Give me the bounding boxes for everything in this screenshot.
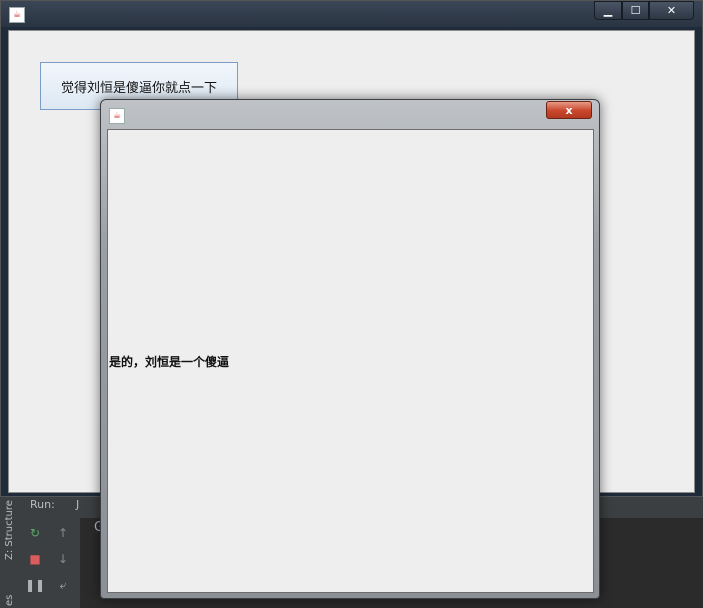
dialog-close-button[interactable]: x	[546, 101, 592, 119]
maximize-icon[interactable]: ☐	[622, 1, 649, 20]
dialog-titlebar[interactable]: ☕ x	[101, 100, 599, 128]
favorites-tab[interactable]: es	[4, 595, 15, 606]
minimize-icon[interactable]: ▁	[594, 1, 622, 20]
rerun-icon[interactable]: ↻	[26, 524, 44, 542]
structure-tab[interactable]: Z: Structure	[4, 500, 15, 560]
dialog-message: 是的，刘恒是一个傻逼	[109, 355, 230, 369]
window-controls: ▁ ☐ ✕	[594, 1, 694, 20]
soft-wrap-icon[interactable]: ⤶	[54, 576, 72, 594]
close-icon[interactable]: ✕	[649, 1, 694, 20]
main-titlebar[interactable]: ☕ ▁ ☐ ✕	[1, 1, 702, 27]
up-arrow-icon[interactable]: ↑	[54, 524, 72, 542]
java-icon: ☕	[9, 7, 25, 23]
java-icon: ☕	[109, 108, 125, 124]
run-config-tab[interactable]: J	[76, 498, 79, 511]
down-arrow-icon[interactable]: ↓	[54, 550, 72, 568]
ide-run-tools: ↻ ↑ ■ ↓ ❚❚ ⤶	[24, 518, 80, 608]
pause-icon[interactable]: ❚❚	[25, 576, 45, 594]
message-dialog: ☕ x 是的，刘恒是一个傻逼	[100, 99, 600, 599]
run-label: Run:	[30, 498, 55, 511]
dialog-content-pane: 是的，刘恒是一个傻逼	[107, 129, 594, 593]
stop-icon[interactable]: ■	[26, 550, 44, 568]
